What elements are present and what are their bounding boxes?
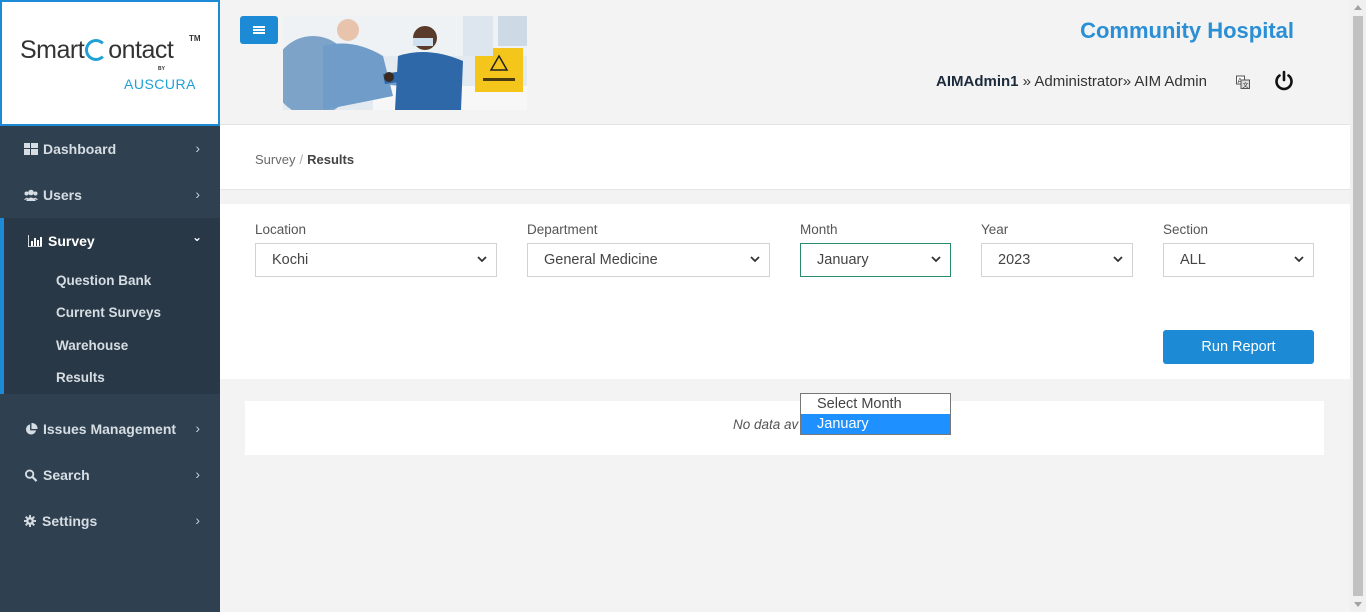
vaccination-photo	[283, 16, 527, 110]
sidebar-item-search[interactable]: Search ›	[0, 452, 220, 498]
department-filter: Department General Medicine	[527, 222, 770, 277]
top-header: Community Hospital AIMAdmin1 » Administr…	[220, 0, 1350, 125]
section-filter: Section ALL	[1163, 222, 1314, 277]
sidebar-nav: Dashboard › Users › Survey ⌄ Question Ba…	[0, 126, 220, 544]
sidebar-subitem-question-bank[interactable]: Question Bank	[4, 264, 220, 297]
chevron-right-icon: ›	[195, 466, 200, 482]
banner-image	[283, 16, 527, 110]
run-report-button[interactable]: Run Report	[1163, 330, 1314, 364]
chevron-down-icon	[1294, 256, 1304, 263]
scroll-down-arrow[interactable]	[1354, 602, 1362, 607]
page-scrollbar[interactable]	[1350, 0, 1366, 612]
sidebar-subitem-results[interactable]: Results	[4, 362, 220, 395]
sidebar: Smart ontact TM BY AUSCURA Dashboard › Us…	[0, 0, 220, 612]
breadcrumb-results: Results	[307, 152, 355, 167]
hospital-name: Community Hospital	[1080, 18, 1294, 43]
chevron-right-icon: ›	[195, 140, 200, 156]
department-label: Department	[527, 222, 598, 237]
logo-trademark: TM	[189, 34, 201, 43]
power-icon[interactable]	[1273, 70, 1295, 92]
users-icon	[24, 189, 38, 201]
section-label: Section	[1163, 222, 1209, 237]
user-org: AIM Admin	[1134, 73, 1207, 90]
sidebar-item-dashboard[interactable]: Dashboard ›	[0, 126, 220, 172]
user-info: AIMAdmin1 » Administrator» AIM Admin	[936, 73, 1207, 90]
dashboard-icon	[24, 143, 38, 155]
search-icon	[24, 468, 38, 482]
sidebar-item-issues-management[interactable]: Issues Management ›	[0, 406, 220, 452]
location-select[interactable]: Kochi	[255, 243, 497, 277]
gear-icon	[24, 515, 36, 527]
chevron-right-icon: ›	[195, 420, 200, 436]
sidebar-item-settings[interactable]: Settings ›	[0, 498, 220, 544]
user-role: Administrator	[1034, 73, 1123, 90]
month-dropdown-list: Select Month January	[800, 393, 951, 435]
month-select[interactable]: January	[800, 243, 951, 277]
chevron-down-icon	[1113, 256, 1123, 263]
month-option-select[interactable]: Select Month	[801, 394, 950, 414]
breadcrumb-survey[interactable]: Survey	[255, 152, 295, 167]
menu-toggle-button[interactable]	[240, 16, 278, 44]
language-icon[interactable]: A文	[1236, 75, 1250, 89]
logo-wordmark: Smart ontact	[20, 36, 174, 64]
department-select[interactable]: General Medicine	[527, 243, 770, 277]
sidebar-item-survey-toggle[interactable]: Survey ⌄	[4, 218, 220, 264]
filter-panel: Location Kochi Department General Medici…	[220, 204, 1350, 379]
location-filter: Location Kochi	[255, 222, 497, 277]
logo-by: BY	[158, 66, 165, 72]
chevron-down-icon	[750, 256, 760, 263]
chevron-down-icon: ⌄	[191, 230, 202, 244]
logo-subbrand: AUSCURA	[124, 76, 196, 92]
year-select[interactable]: 2023	[981, 243, 1133, 277]
scroll-thumb[interactable]	[1353, 16, 1363, 596]
sidebar-item-label: Search	[43, 467, 90, 483]
chevron-right-icon: ›	[195, 512, 200, 528]
hamburger-icon	[253, 26, 265, 34]
month-option-january[interactable]: January	[801, 414, 950, 434]
sidebar-item-label: Users	[43, 187, 82, 203]
svg-text:文: 文	[1243, 82, 1249, 90]
sidebar-subitem-warehouse[interactable]: Warehouse	[4, 329, 220, 362]
sidebar-item-label: Settings	[42, 513, 98, 529]
sidebar-subitem-current-surveys[interactable]: Current Surveys	[4, 297, 220, 330]
results-panel: No data av	[245, 401, 1324, 455]
username: AIMAdmin1	[936, 73, 1019, 90]
no-data-message: No data av	[733, 417, 799, 432]
sidebar-item-label: Dashboard	[43, 141, 117, 157]
sidebar-item-label: Survey	[48, 233, 95, 249]
month-filter: Month January	[800, 222, 951, 277]
section-select[interactable]: ALL	[1163, 243, 1314, 277]
sidebar-item-label: Issues Management	[43, 421, 177, 437]
breadcrumb-bar: Survey / Results	[220, 125, 1350, 190]
chevron-right-icon: ›	[195, 186, 200, 202]
chevron-down-icon	[477, 256, 487, 263]
breadcrumb: Survey / Results	[255, 152, 355, 167]
sidebar-item-users[interactable]: Users ›	[0, 172, 220, 218]
year-label: Year	[981, 222, 1009, 237]
year-filter: Year 2023	[981, 222, 1133, 277]
scroll-up-arrow[interactable]	[1354, 5, 1362, 10]
pie-chart-icon	[25, 422, 38, 435]
chevron-down-icon	[931, 256, 941, 263]
month-label: Month	[800, 222, 838, 237]
location-label: Location	[255, 222, 307, 237]
brand-logo[interactable]: Smart ontact TM BY AUSCURA	[0, 0, 220, 126]
bar-chart-icon	[28, 235, 42, 247]
sidebar-item-survey: Survey ⌄ Question Bank Current Surveys W…	[0, 218, 220, 394]
